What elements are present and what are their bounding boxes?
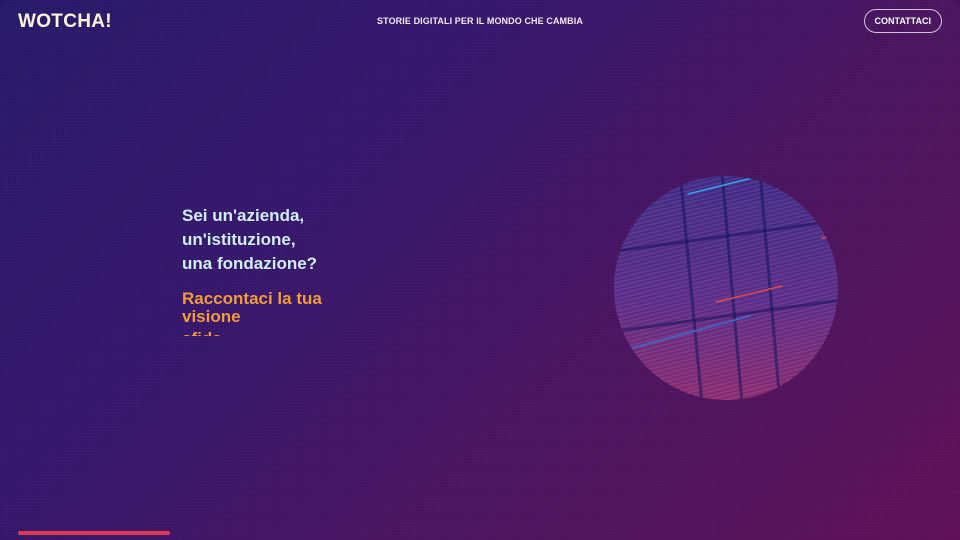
- answer-line-2: visione: [182, 307, 241, 326]
- page-frame: WOTCHA! STORIE DIGITALI PER IL MONDO CHE…: [0, 0, 960, 540]
- question-line-1: Sei un'azienda,: [182, 206, 305, 225]
- question-line-3: una fondazione?: [182, 254, 318, 273]
- progress-fill: [18, 531, 170, 535]
- hero-section: Sei un'azienda, un'istituzione, una fond…: [182, 204, 402, 336]
- progress-bar: [18, 531, 170, 535]
- answer-ticker: Raccontaci la tua visione sfida: [182, 290, 402, 336]
- answer-line-1: Raccontaci la tua: [182, 290, 322, 308]
- striped-globe-graphic: [614, 176, 838, 400]
- tagline: STORIE DIGITALI PER IL MONDO CHE CAMBIA: [377, 16, 583, 26]
- site-header: WOTCHA! STORIE DIGITALI PER IL MONDO CHE…: [0, 0, 960, 44]
- contact-button[interactable]: CONTATTACI: [863, 9, 942, 33]
- answer-line-3: sfida: [182, 330, 402, 337]
- question-line-2: un'istituzione,: [182, 230, 296, 249]
